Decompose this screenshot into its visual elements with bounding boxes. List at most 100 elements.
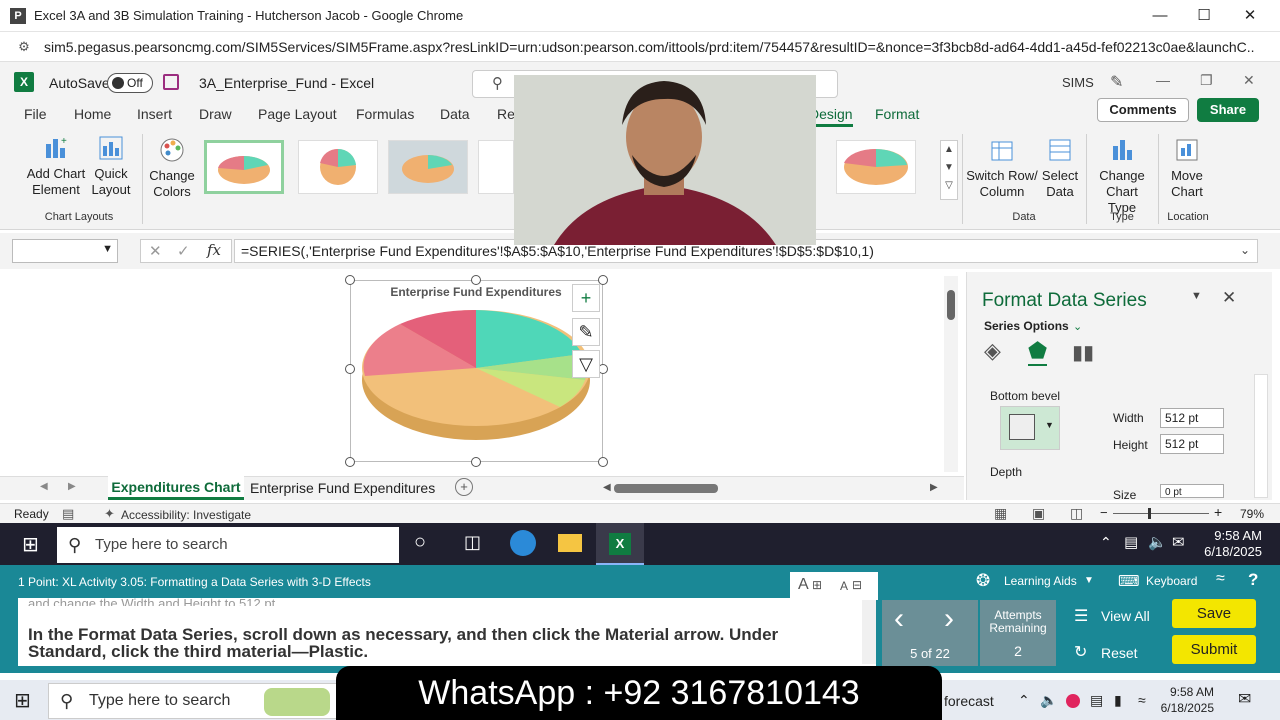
tray-clock[interactable]: 9:58 AM 6/18/2025 (1152, 684, 1214, 716)
chart-style-8[interactable] (836, 140, 916, 194)
add-chart-element-button[interactable]: + Add Chart Element (22, 134, 90, 198)
wifi-icon[interactable]: ≈ (1138, 692, 1146, 708)
depth-size-input[interactable]: 0 pt (1160, 484, 1224, 498)
chart-style-4[interactable] (478, 140, 514, 194)
maximize-icon[interactable]: ☐ (1184, 4, 1224, 28)
tray-chevron-up-icon[interactable]: ⌃ (1100, 534, 1112, 551)
chart-filters-icon[interactable]: ▽ (572, 350, 600, 378)
name-box[interactable]: ▼ (12, 239, 118, 263)
save-icon[interactable] (163, 74, 179, 90)
series-options-dropdown[interactable]: Series Options (984, 319, 1069, 333)
resize-handle[interactable] (598, 457, 608, 467)
network-icon[interactable]: ▤ (1124, 533, 1138, 551)
cancel-formula-icon[interactable]: ✕ (149, 242, 162, 260)
macro-icon[interactable]: ▤ (62, 506, 74, 522)
chart-elements-icon[interactable]: + (572, 284, 600, 312)
share-button[interactable]: Share (1197, 98, 1259, 122)
notifications-icon[interactable]: ✉ (1172, 533, 1185, 551)
normal-view-icon[interactable]: ▦ (994, 505, 1007, 522)
sheet-tab-expenditures-chart[interactable]: Expenditures Chart (108, 476, 244, 500)
comments-button[interactable]: Comments (1097, 98, 1189, 122)
zoom-slider[interactable] (1113, 513, 1209, 514)
tab-file[interactable]: File (24, 106, 47, 122)
expand-formula-icon[interactable]: ⌄ (1240, 243, 1250, 257)
view-all-button[interactable]: View All (1101, 608, 1150, 624)
quick-layout-button[interactable]: Quick Layout (86, 134, 136, 198)
page-layout-view-icon[interactable]: ▣ (1032, 505, 1045, 522)
tray-clock[interactable]: 9:58 AM 6/18/2025 (1198, 528, 1262, 560)
fill-line-icon[interactable]: ◈ (984, 338, 1001, 364)
gallery-more-icon[interactable]: ▽ (941, 177, 957, 195)
vertical-scroll-thumb[interactable] (947, 290, 955, 320)
taskbar-search-input[interactable]: Type here to search (57, 527, 399, 563)
weather-widget[interactable]: forecast (944, 693, 994, 709)
zoom-slider-thumb[interactable] (1148, 508, 1151, 519)
excel-close-icon[interactable]: ✕ (1243, 72, 1255, 89)
volume-icon[interactable]: 🔈 (1148, 533, 1167, 551)
site-info-icon[interactable]: ⚙ (14, 37, 34, 57)
add-sheet-icon[interactable]: + (455, 478, 473, 496)
close-icon[interactable]: ✕ (1230, 4, 1270, 28)
reset-button[interactable]: Reset (1101, 645, 1138, 661)
excel-minimize-icon[interactable]: — (1156, 72, 1170, 88)
tab-draw[interactable]: Draw (199, 106, 232, 122)
next-sheet-icon[interactable]: ▶ (68, 481, 76, 492)
enter-formula-icon[interactable]: ✓ (177, 242, 190, 260)
bevel-height-input[interactable]: 512 pt (1160, 434, 1224, 454)
prev-sheet-icon[interactable]: ◀ (40, 481, 48, 492)
resize-handle[interactable] (345, 364, 355, 374)
panel-scrollbar[interactable] (1254, 374, 1268, 498)
change-colors-button[interactable]: Change Colors (146, 136, 198, 200)
zoom-in-icon[interactable]: + (1214, 504, 1222, 520)
move-chart-button[interactable]: Move Chart (1164, 136, 1210, 200)
bevel-dropdown[interactable]: ▼ (1000, 406, 1060, 450)
next-task-icon[interactable]: › (944, 604, 954, 634)
resize-handle[interactable] (345, 457, 355, 467)
bevel-width-input[interactable]: 512 pt (1160, 408, 1224, 428)
excel-taskbar-button[interactable]: X (596, 523, 644, 565)
network-icon[interactable]: ▤ (1090, 692, 1103, 709)
file-explorer-icon[interactable] (558, 534, 582, 552)
chevron-down-icon[interactable]: ▼ (1045, 420, 1054, 430)
learning-aids-button[interactable]: Learning Aids (1004, 574, 1077, 588)
switch-row-column-button[interactable]: Switch Row/ Column (966, 136, 1038, 200)
volume-icon[interactable]: 🔈 (1040, 692, 1057, 709)
chevron-up-icon[interactable]: ▲ (941, 141, 957, 159)
scroll-left-icon[interactable]: ◀ (603, 482, 611, 493)
instruction-scrollbar[interactable] (862, 600, 876, 664)
gallery-scroll[interactable]: ▲ ▼ ▽ (940, 140, 958, 200)
chevron-down-icon[interactable]: ⌄ (1073, 320, 1082, 333)
windows-start-icon[interactable]: ⊞ (22, 532, 39, 557)
keyboard-icon[interactable]: ⌨ (1118, 572, 1140, 590)
learning-aids-icon[interactable]: ❂ (976, 571, 990, 591)
submit-button[interactable]: Submit (1172, 635, 1256, 664)
sheet-tab-enterprise-fund[interactable]: Enterprise Fund Expenditures (250, 480, 435, 496)
horizontal-scroll-thumb[interactable] (614, 484, 718, 493)
zoom-level[interactable]: 79% (1240, 507, 1264, 521)
chart-style-1[interactable] (204, 140, 284, 194)
tray-chevron-up-icon[interactable]: ⌃ (1018, 692, 1030, 709)
pie-chart-3d[interactable] (360, 306, 594, 446)
resize-handle[interactable] (471, 275, 481, 285)
insert-function-icon[interactable]: fx (207, 241, 221, 259)
chevron-down-icon[interactable]: ▼ (941, 159, 957, 177)
panel-close-icon[interactable]: ✕ (1222, 288, 1236, 308)
edge-icon[interactable] (510, 530, 536, 556)
tab-review[interactable]: Re (497, 106, 515, 122)
keyboard-button[interactable]: Keyboard (1146, 574, 1197, 588)
tab-page-layout[interactable]: Page Layout (258, 106, 337, 122)
reset-icon[interactable]: ↻ (1074, 642, 1087, 662)
page-break-view-icon[interactable]: ◫ (1070, 505, 1083, 522)
chart-title[interactable]: Enterprise Fund Expenditures (352, 285, 600, 299)
pen-icon[interactable]: ✎ (1110, 72, 1123, 92)
wifi-icon[interactable]: ≈ (1216, 570, 1225, 588)
zoom-out-icon[interactable]: − (1100, 505, 1108, 520)
accessibility-status[interactable]: Accessibility: Investigate (121, 508, 251, 522)
panel-options-icon[interactable]: ▼ (1191, 290, 1202, 302)
accessibility-icon[interactable]: ✦ (104, 506, 115, 522)
change-chart-type-button[interactable]: Change Chart Type (1092, 136, 1152, 216)
url-field[interactable]: sim5.pegasus.pearsoncmg.com/SIM5Services… (44, 39, 1254, 55)
save-button[interactable]: Save (1172, 599, 1256, 628)
notifications-icon[interactable]: ✉ (1238, 689, 1251, 709)
account-name[interactable]: SIMS (1062, 75, 1094, 90)
